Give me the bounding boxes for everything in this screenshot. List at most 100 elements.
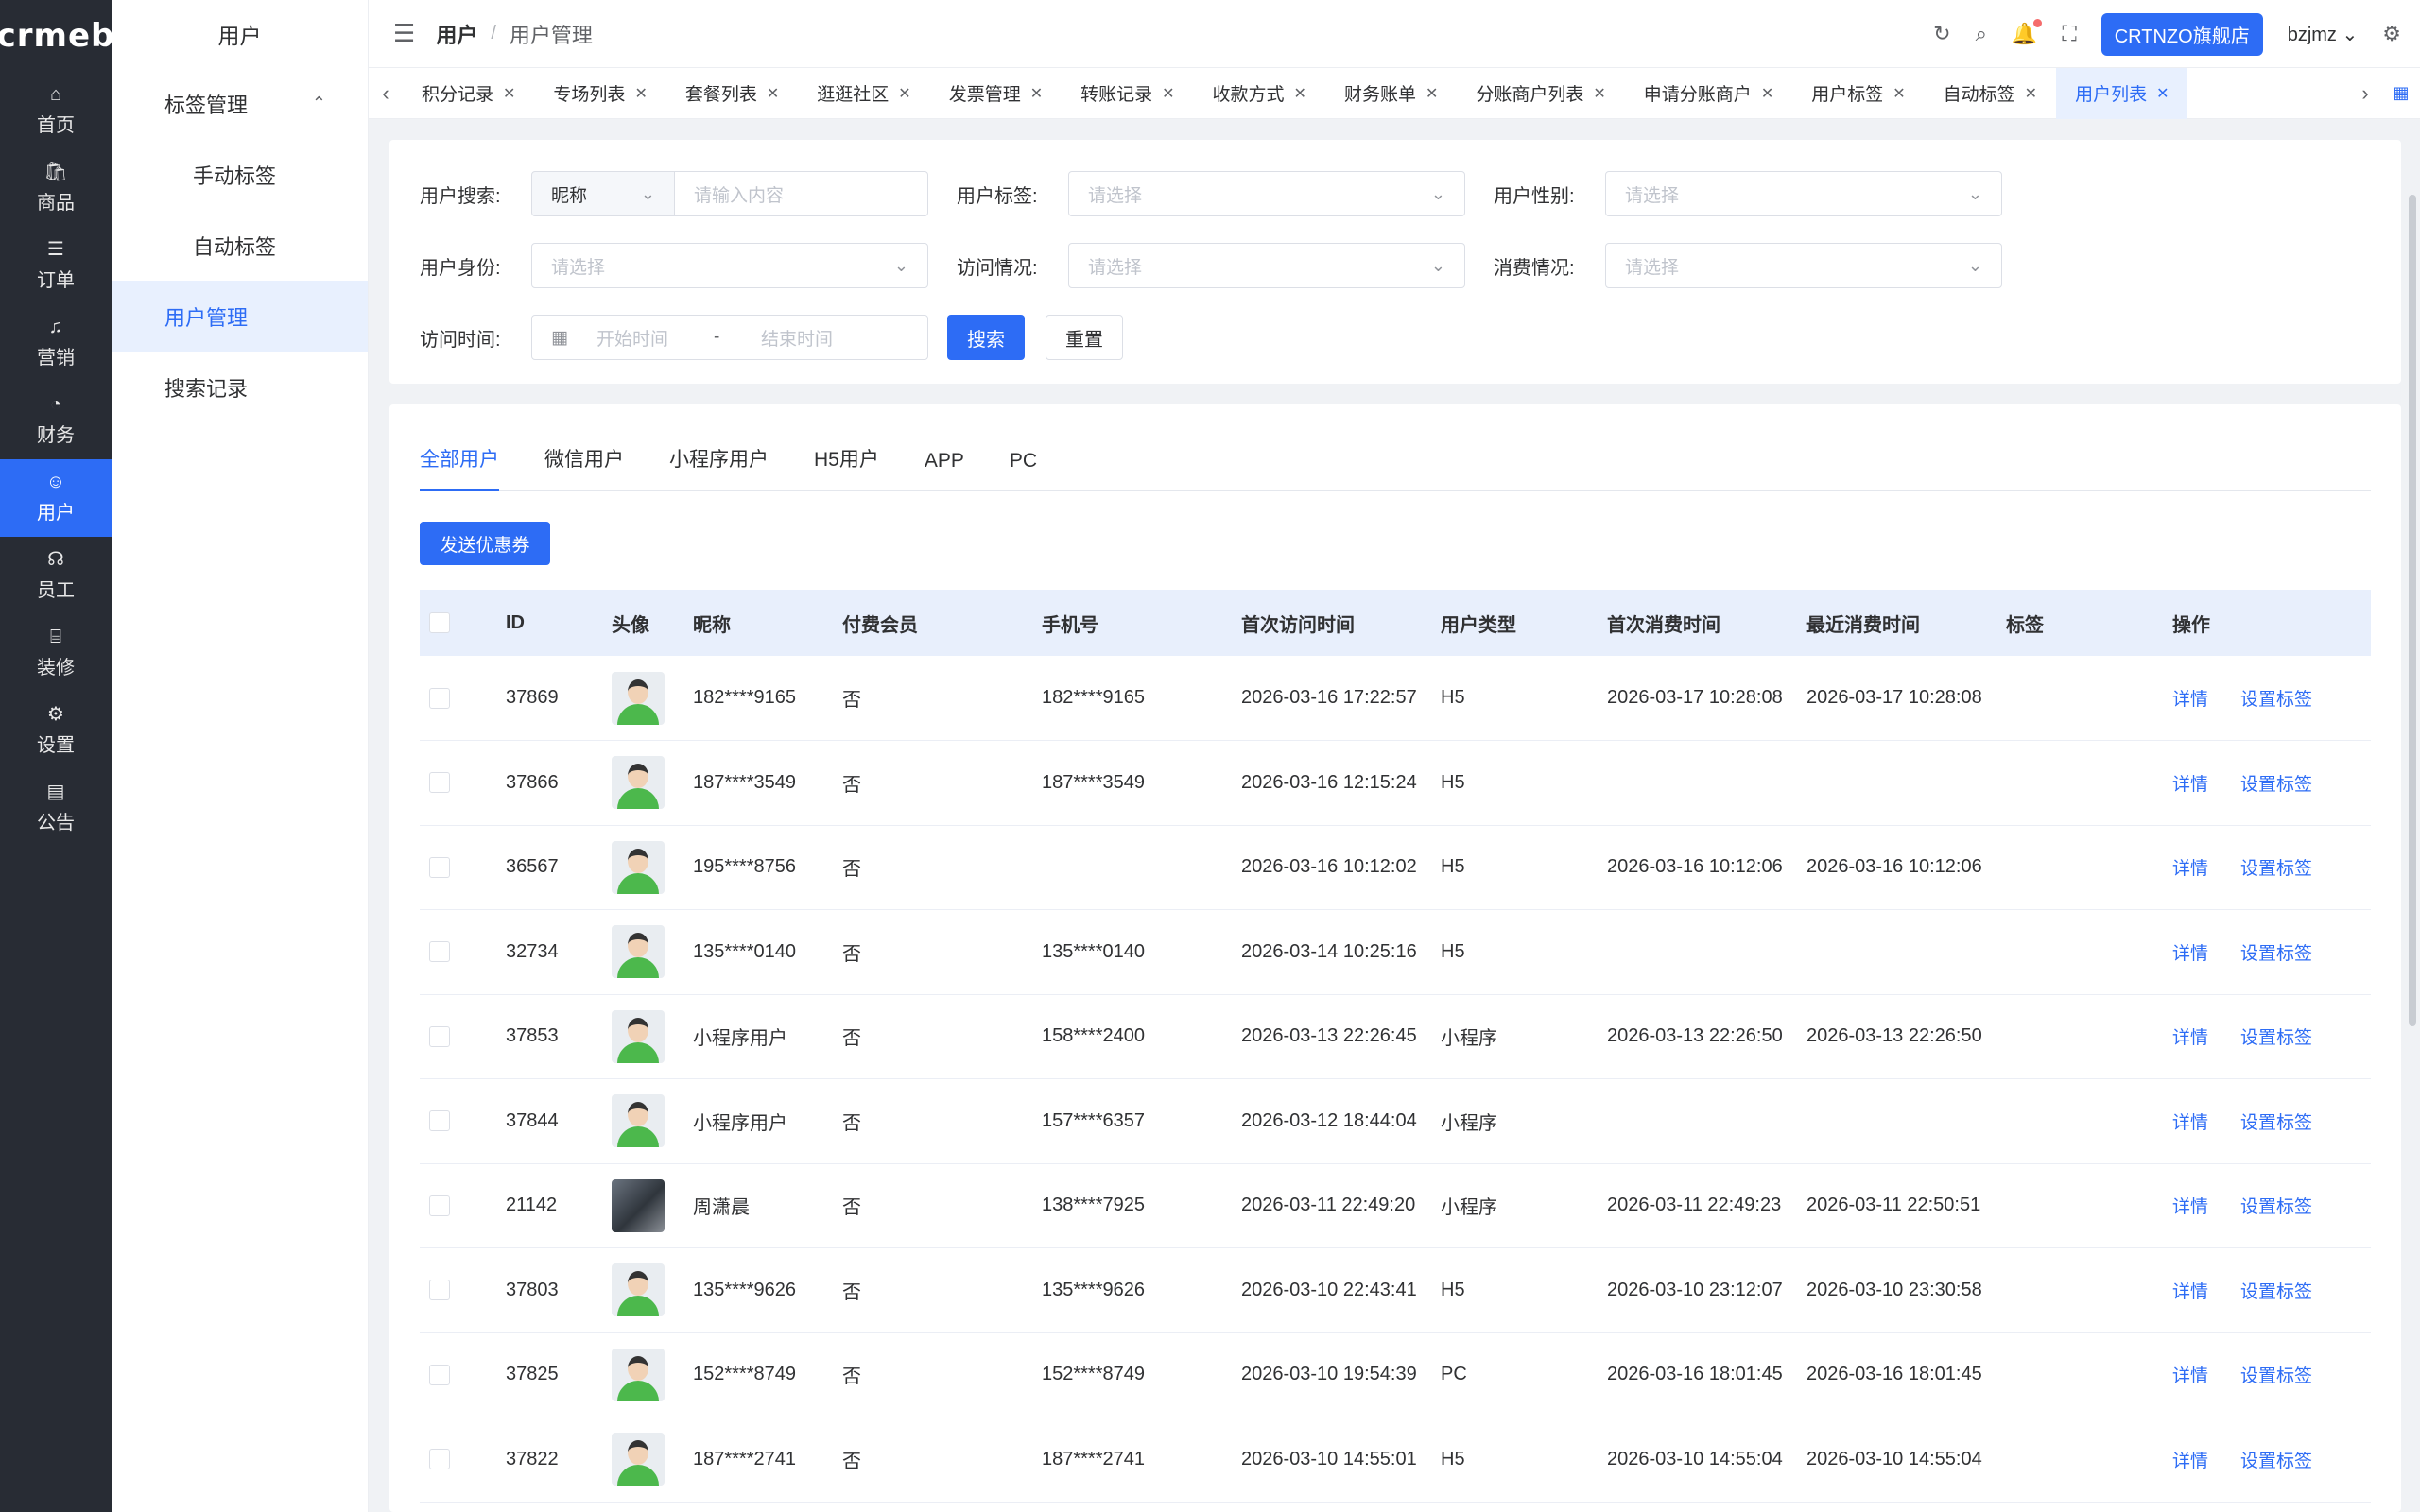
bell-icon[interactable]: 🔔 xyxy=(2012,19,2043,46)
rail-item-users[interactable]: ☺ 用户 xyxy=(0,459,112,537)
row-checkbox[interactable] xyxy=(429,1110,450,1132)
store-switch-button[interactable]: CRTNZO旗舰店 xyxy=(2100,12,2263,56)
close-icon[interactable]: ✕ xyxy=(634,84,647,103)
user-type-tab[interactable]: H5用户 xyxy=(814,444,879,490)
set-tag-link[interactable]: 设置标签 xyxy=(2240,1197,2312,1217)
row-checkbox[interactable] xyxy=(429,1194,450,1216)
page-tab[interactable]: 积分记录 ✕ xyxy=(403,68,534,119)
consume-status-select[interactable]: 请选择 ⌄ xyxy=(1605,243,2002,288)
page-tab[interactable]: 用户列表 ✕ xyxy=(2056,67,2188,119)
close-icon[interactable]: ✕ xyxy=(1426,84,1438,103)
rail-item-goods[interactable]: 🛍 商品 xyxy=(0,149,112,227)
brand-logo[interactable]: crmeb xyxy=(0,0,113,72)
set-tag-link[interactable]: 设置标签 xyxy=(2240,1452,2312,1471)
close-icon[interactable]: ✕ xyxy=(2156,84,2169,103)
close-icon[interactable]: ✕ xyxy=(1593,84,1605,103)
avatar[interactable] xyxy=(612,925,665,979)
close-icon[interactable]: ✕ xyxy=(898,84,910,103)
user-tag-select[interactable]: 请选择 ⌄ xyxy=(1068,171,1465,216)
fullscreen-icon[interactable]: ⛶ xyxy=(2062,22,2076,46)
avatar[interactable] xyxy=(612,756,665,810)
page-tab[interactable]: 分账商户列表 ✕ xyxy=(1457,68,1624,119)
row-checkbox[interactable] xyxy=(429,941,450,963)
page-tab[interactable]: 逛逛社区 ✕ xyxy=(798,68,929,119)
page-tab[interactable]: 用户标签 ✕ xyxy=(1792,68,1924,119)
user-gender-select[interactable]: 请选择 ⌄ xyxy=(1605,171,2002,216)
close-icon[interactable]: ✕ xyxy=(1162,84,1174,103)
reset-button[interactable]: 重置 xyxy=(1046,315,1123,360)
close-icon[interactable]: ✕ xyxy=(1030,84,1043,103)
avatar[interactable] xyxy=(612,1263,665,1317)
avatar[interactable] xyxy=(612,1348,665,1401)
submenu-item-auto-tag[interactable]: 自动标签 xyxy=(112,210,368,281)
row-checkbox[interactable] xyxy=(429,856,450,878)
detail-link[interactable]: 详情 xyxy=(2172,944,2208,964)
set-tag-link[interactable]: 设置标签 xyxy=(2240,775,2312,795)
detail-link[interactable]: 详情 xyxy=(2172,1113,2208,1133)
chevron-left-icon[interactable]: ‹ xyxy=(369,81,403,106)
breadcrumb-main[interactable]: 用户 xyxy=(436,19,477,49)
user-search-input[interactable]: 请输入内容 xyxy=(675,171,928,216)
detail-link[interactable]: 详情 xyxy=(2172,1282,2208,1302)
page-scrollbar[interactable] xyxy=(2409,195,2416,1026)
gear-icon[interactable]: ⚙ xyxy=(2382,22,2401,46)
row-checkbox[interactable] xyxy=(429,1025,450,1047)
submenu-item-manual-tag[interactable]: 手动标签 xyxy=(112,139,368,210)
close-icon[interactable]: ✕ xyxy=(1893,84,1905,103)
rail-item-marketing[interactable]: ♫ 营销 xyxy=(0,304,112,382)
rail-item-orders[interactable]: ☰ 订单 xyxy=(0,227,112,304)
user-type-tab[interactable]: 小程序用户 xyxy=(669,444,769,490)
detail-link[interactable]: 详情 xyxy=(2172,1028,2208,1048)
user-type-tab[interactable]: APP xyxy=(925,450,964,490)
set-tag-link[interactable]: 设置标签 xyxy=(2240,944,2312,964)
user-type-tab[interactable]: 微信用户 xyxy=(544,444,624,490)
row-checkbox[interactable] xyxy=(429,687,450,709)
rail-item-staff[interactable]: ☊ 员工 xyxy=(0,537,112,614)
page-tab[interactable]: 自动标签 ✕ xyxy=(1925,68,2056,119)
row-checkbox[interactable] xyxy=(429,1449,450,1470)
close-icon[interactable]: ✕ xyxy=(1294,84,1306,103)
close-icon[interactable]: ✕ xyxy=(767,84,779,103)
detail-link[interactable]: 详情 xyxy=(2172,1452,2208,1471)
avatar[interactable] xyxy=(612,1009,665,1063)
rail-item-decor[interactable]: ⌸ 装修 xyxy=(0,614,112,692)
row-checkbox[interactable] xyxy=(429,1280,450,1301)
rail-item-notice[interactable]: ▤ 公告 xyxy=(0,769,112,847)
detail-link[interactable]: 详情 xyxy=(2172,775,2208,795)
avatar[interactable] xyxy=(612,671,665,725)
page-tab[interactable]: 发票管理 ✕ xyxy=(930,68,1062,119)
rail-item-finance[interactable]: ◔ 财务 xyxy=(0,382,112,459)
page-tab[interactable]: 转账记录 ✕ xyxy=(1062,68,1193,119)
visit-status-select[interactable]: 请选择 ⌄ xyxy=(1068,243,1465,288)
set-tag-link[interactable]: 设置标签 xyxy=(2240,1113,2312,1133)
page-tab[interactable]: 收款方式 ✕ xyxy=(1194,68,1325,119)
user-type-tab[interactable]: PC xyxy=(1010,450,1037,490)
avatar[interactable] xyxy=(612,1178,665,1232)
set-tag-link[interactable]: 设置标签 xyxy=(2240,690,2312,710)
grid-icon[interactable]: ▦ xyxy=(2382,83,2420,103)
send-coupon-button[interactable]: 发送优惠券 xyxy=(420,522,550,565)
set-tag-link[interactable]: 设置标签 xyxy=(2240,1366,2312,1386)
rail-item-settings[interactable]: ⚙ 设置 xyxy=(0,692,112,769)
user-identity-select[interactable]: 请选择 ⌄ xyxy=(531,243,928,288)
row-checkbox[interactable] xyxy=(429,1364,450,1385)
row-checkbox[interactable] xyxy=(429,772,450,794)
user-search-type-select[interactable]: 昵称 ⌄ xyxy=(531,171,675,216)
refresh-icon[interactable]: ↻ xyxy=(1933,22,1950,46)
set-tag-link[interactable]: 设置标签 xyxy=(2240,1028,2312,1048)
close-icon[interactable]: ✕ xyxy=(503,84,515,103)
visit-time-range-picker[interactable]: ▦ 开始时间 - 结束时间 xyxy=(531,315,928,360)
submenu-item-search-log[interactable]: 搜索记录 xyxy=(112,352,368,422)
select-all-checkbox[interactable] xyxy=(429,612,450,634)
close-icon[interactable]: ✕ xyxy=(1761,84,1773,103)
menu-fold-icon[interactable]: ☰ xyxy=(393,19,415,48)
detail-link[interactable]: 详情 xyxy=(2172,859,2208,879)
set-tag-link[interactable]: 设置标签 xyxy=(2240,1282,2312,1302)
submenu-item-tag-manage[interactable]: 标签管理 ⌃ xyxy=(112,68,368,139)
page-tab[interactable]: 套餐列表 ✕ xyxy=(666,68,798,119)
user-menu[interactable]: bzjmz ⌄ xyxy=(2288,23,2359,46)
rail-item-home[interactable]: ⌂ 首页 xyxy=(0,72,112,149)
detail-link[interactable]: 详情 xyxy=(2172,1197,2208,1217)
avatar[interactable] xyxy=(612,1094,665,1148)
page-tab[interactable]: 申请分账商户 ✕ xyxy=(1625,68,1792,119)
